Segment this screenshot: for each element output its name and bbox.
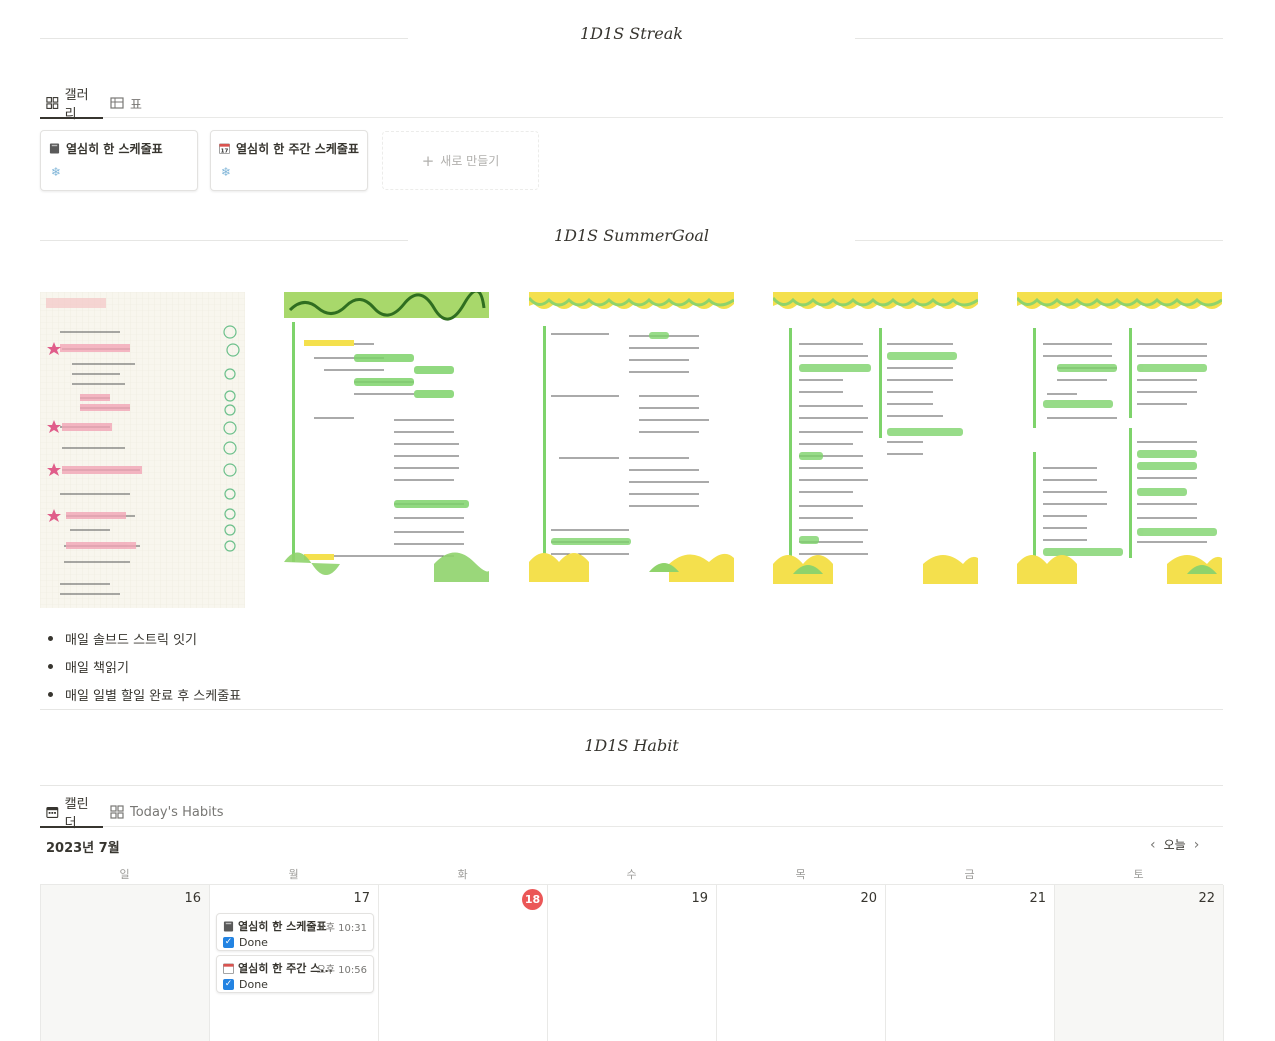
weekday-label: 금 [964,868,975,881]
today-day-number: 18 [522,889,543,910]
planner-image-4 [773,292,978,584]
habit-view-tabs: 캘린더 Today's Habits [40,797,1223,831]
gallery-icon [46,96,59,109]
event-status: Done [239,978,268,991]
notebook-icon [223,920,234,932]
snowflake-icon: ❄ [51,165,62,179]
event-time: 오후 10:56 [316,965,367,976]
new-card-button[interactable]: + 새로 만들기 [382,131,539,190]
calendar-grid: 16 17 열심히 한 스케줄표 오후 10:31 ✓ Done 열심히 한 주… [40,884,1224,1041]
divider [40,785,1223,786]
streak-heading: 1D1S Streak [580,24,683,43]
list-item-text[interactable]: 매일 일별 할일 완료 후 스케줄표 [65,685,241,704]
tab-label: Today's Habits [130,804,224,820]
tab-label: 캘린더 [64,796,89,831]
weekday-label: 화 [457,868,468,881]
list-item-text[interactable]: 매일 책읽기 [65,657,129,676]
calendar-icon-day: 17 [221,149,229,154]
summergoal-section-title: 1D1S SummerGoal [40,226,1223,256]
goal-list: 매일 솔브드 스트릭 잇기 매일 책읽기 매일 일별 할일 완료 후 스케줄표 [48,624,241,708]
tab-label: 갤러리 [64,87,89,122]
chevron-left-icon[interactable]: ‹ [1150,837,1156,853]
weekday-label: 월 [288,868,299,881]
weekday-label: 목 [795,868,806,881]
day-number: 17 [353,891,370,906]
planner-image-3 [529,292,734,582]
calendar-day-cell[interactable]: 19 [548,885,717,1041]
list-item: 매일 일별 할일 완료 후 스케줄표 [48,680,241,708]
streak-section-title: 1D1S Streak [40,24,1223,54]
card-title: 열심히 한 스케줄표 [66,142,163,156]
weekday-label: 토 [1133,868,1144,881]
weekday-label: 일 [119,868,130,881]
summergoal-heading: 1D1S SummerGoal [553,226,710,245]
gallery-card-weekly-schedule[interactable]: 17 열심히 한 주간 스케줄표 ❄ [210,130,368,191]
day-number: 16 [184,891,201,906]
calendar-day-cell[interactable]: 21 [886,885,1055,1041]
checkbox-checked-icon[interactable]: ✓ [223,937,234,948]
planner-image-1 [40,292,245,608]
list-item: 매일 솔브드 스트릭 잇기 [48,624,241,652]
list-item-text[interactable]: 매일 솔브드 스트릭 잇기 [65,629,197,648]
plus-icon: + [421,151,435,170]
bullet-dot [48,663,53,669]
weekday-label: 수 [626,868,637,881]
streak-view-tabs: 갤러리 표 [40,88,1223,122]
calendar-event[interactable]: 열심히 한 스케줄표 오후 10:31 ✓ Done [216,913,374,951]
notebook-icon [49,143,60,154]
bullet-dot [48,691,53,697]
calendar-day-cell[interactable]: 18 [379,885,548,1041]
day-number: 19 [691,891,708,906]
habit-section-title: 1D1S Habit [40,736,1223,766]
day-number: 20 [860,891,877,906]
tab-gallery[interactable]: 갤러리 [40,88,103,122]
snowflake-icon: ❄ [221,165,232,179]
tab-table[interactable]: 표 [104,88,148,118]
tab-label: 표 [130,97,142,113]
gallery-icon [110,805,124,819]
calendar-event[interactable]: 열심히 한 주간 스... 오후 10:56 ✓ Done [216,955,374,993]
today-button[interactable]: 오늘 [1164,836,1186,853]
new-card-label: 새로 만들기 [440,154,500,168]
day-number: 21 [1029,891,1046,906]
bullet-dot [48,635,53,641]
planner-image-2 [284,292,489,582]
divider [40,709,1223,710]
event-title: 열심히 한 스케줄표 [238,920,327,933]
tab-calendar[interactable]: 캘린더 [40,797,103,831]
habit-heading: 1D1S Habit [584,736,679,755]
table-icon [110,97,124,109]
calendar-icon: 17 [219,143,230,154]
planner-image-5 [1017,292,1222,584]
checkbox-checked-icon[interactable]: ✓ [223,979,234,990]
calendar-day-cell[interactable]: 22 [1055,885,1224,1041]
calendar-view-icon [46,806,59,818]
calendar-icon [223,962,234,974]
calendar-day-cell[interactable]: 16 [41,885,210,1041]
tab-todays-habits[interactable]: Today's Habits [104,797,230,827]
calendar-month-label: 2023년 7월 [46,841,120,856]
gallery-card-schedule[interactable]: 열심히 한 스케줄표 ❄ [40,130,198,191]
list-item: 매일 책읽기 [48,652,241,680]
event-time: 오후 10:31 [316,923,367,934]
calendar-nav: ‹ 오늘 › [1150,836,1199,853]
card-title: 열심히 한 주간 스케줄표 [236,142,359,156]
calendar-day-cell[interactable]: 17 열심히 한 스케줄표 오후 10:31 ✓ Done 열심히 한 주간 스… [210,885,379,1041]
day-number: 22 [1198,891,1215,906]
event-status: Done [239,936,268,949]
chevron-right-icon[interactable]: › [1194,837,1200,853]
calendar-day-cell[interactable]: 20 [717,885,886,1041]
